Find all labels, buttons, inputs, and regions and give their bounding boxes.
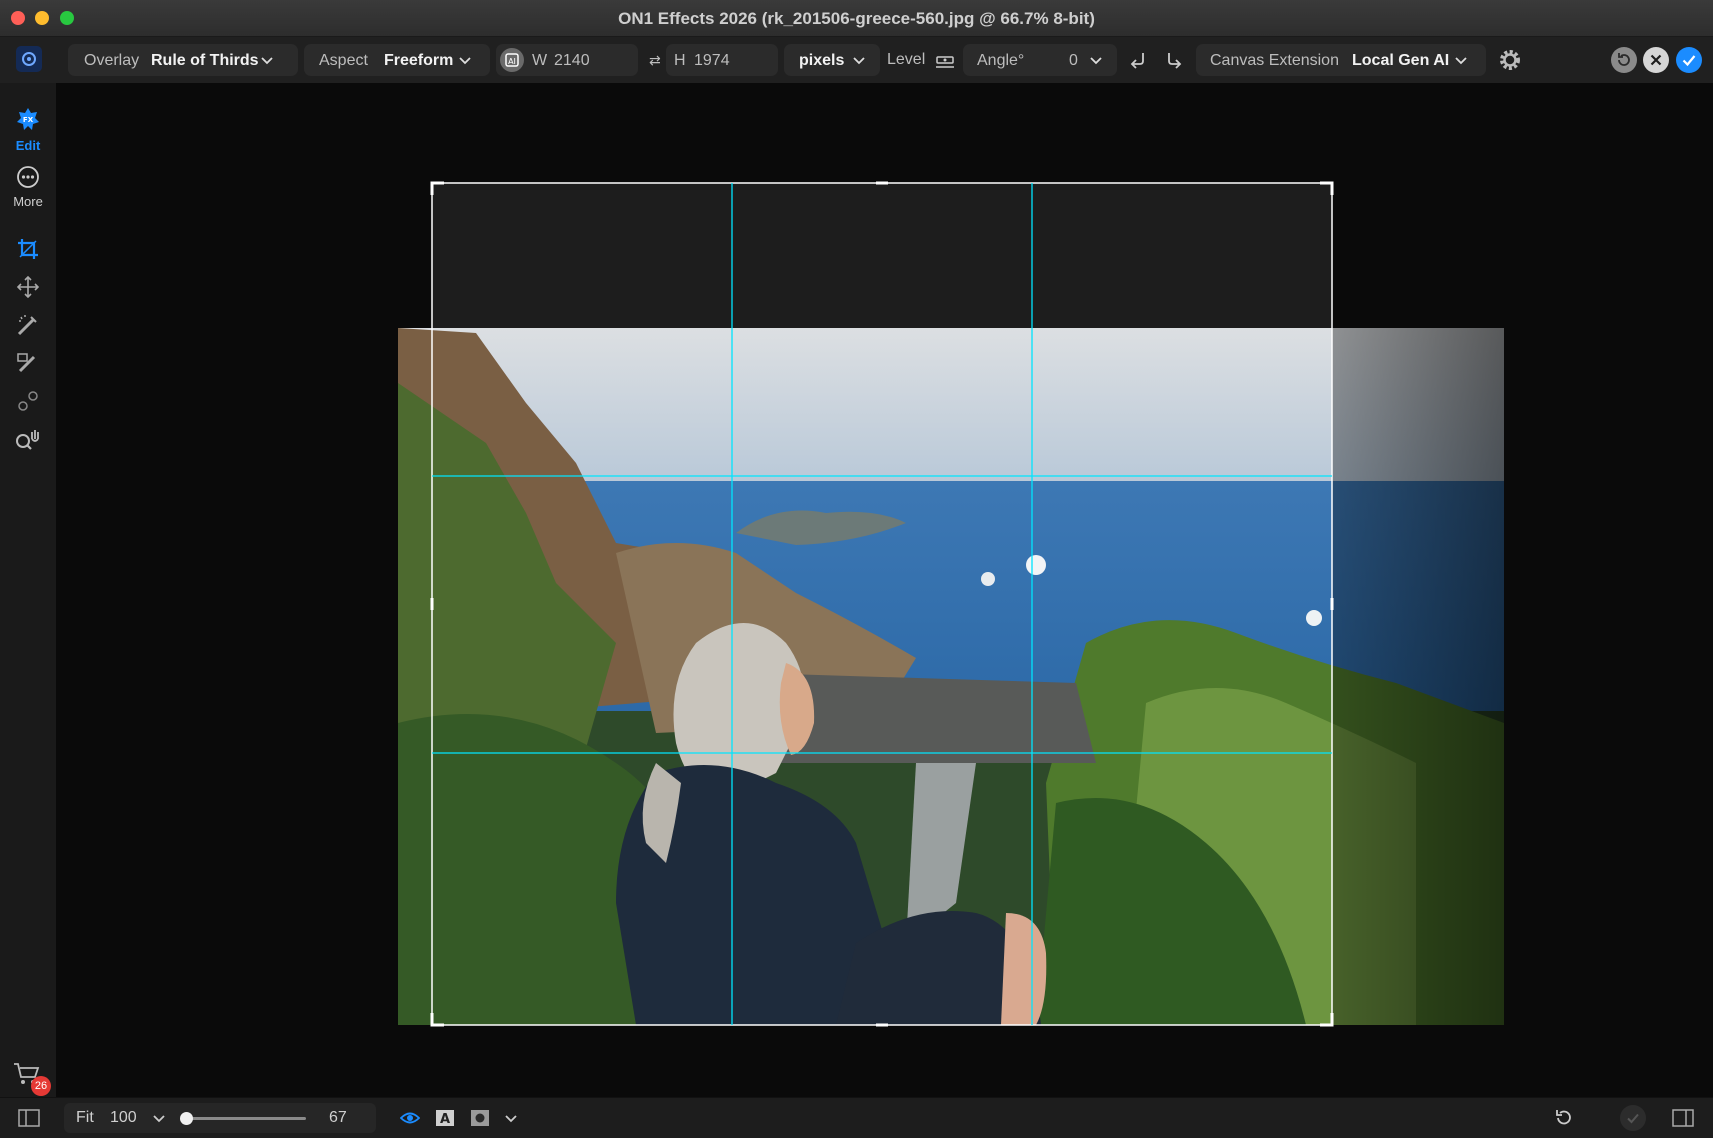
title-bar: ON1 Effects 2026 (rk_201506-greece-560.j… xyxy=(0,0,1713,37)
rotate-left-icon[interactable] xyxy=(1128,49,1150,71)
chevron-down-icon xyxy=(258,51,276,69)
chevron-down-icon[interactable] xyxy=(150,1109,168,1127)
photo-image xyxy=(398,328,1504,1025)
overlay-label: Overlay xyxy=(84,52,140,69)
photo-preview xyxy=(398,181,1504,1027)
zoom-slider-handle[interactable] xyxy=(179,1112,193,1125)
rotate-right-icon[interactable] xyxy=(1163,49,1185,71)
zoom-controls: Fit 100 67 xyxy=(64,1103,376,1133)
move-icon[interactable] xyxy=(16,275,40,299)
swap-dimensions-button[interactable]: ⇄ xyxy=(649,52,661,69)
overlay-dropdown[interactable]: Overlay Rule of Thirds xyxy=(68,44,298,76)
level-label: Level xyxy=(887,51,926,68)
masking-brush-icon[interactable] xyxy=(16,351,40,375)
aspect-label: Aspect xyxy=(319,52,368,69)
status-bar: Fit 100 67 A xyxy=(0,1097,1713,1138)
level-icon[interactable] xyxy=(934,49,956,71)
zoom-slider[interactable] xyxy=(179,1112,306,1125)
retouch-brush-icon[interactable] xyxy=(16,313,40,337)
cancel-button[interactable] xyxy=(1643,47,1669,73)
apply-button[interactable] xyxy=(1676,47,1702,73)
canvas-extension-label: Canvas Extension xyxy=(1210,52,1339,69)
panel-toggle-left-icon[interactable] xyxy=(18,1109,40,1127)
canvas-extension-value: Local Gen AI xyxy=(1352,52,1450,69)
overlay-value: Rule of Thirds xyxy=(151,52,259,69)
cart-badge: 26 xyxy=(31,1076,51,1096)
canvas-extension-area xyxy=(432,183,1332,328)
panel-toggle-right-icon[interactable] xyxy=(1672,1109,1694,1127)
undo-icon[interactable] xyxy=(1553,1108,1573,1128)
width-field[interactable]: AI W 2140 xyxy=(496,44,638,76)
ai-lock-icon[interactable]: AI xyxy=(500,48,524,72)
sidebar-item-edit[interactable]: Edit xyxy=(0,138,56,153)
crop-toolbar: Overlay Rule of Thirds Aspect Freeform A… xyxy=(0,37,1713,83)
more-icon[interactable] xyxy=(16,165,40,189)
mask-view-icon[interactable] xyxy=(470,1109,490,1127)
angle-field[interactable]: Angle° 0 xyxy=(963,44,1117,76)
chevron-down-icon xyxy=(456,51,474,69)
height-value: 1974 xyxy=(694,52,730,69)
perfect-brush-icon[interactable] xyxy=(16,389,40,413)
preview-eye-icon[interactable] xyxy=(399,1110,421,1126)
canvas-extension-dropdown[interactable]: Canvas Extension Local Gen AI xyxy=(1196,44,1486,76)
fit-button[interactable]: Fit xyxy=(76,1109,94,1127)
app-logo-icon xyxy=(16,46,42,72)
aspect-value: Freeform xyxy=(384,52,454,69)
width-value: 2140 xyxy=(554,52,590,69)
zoom-preset-value[interactable]: 100 xyxy=(110,1109,137,1127)
window-title: ON1 Effects 2026 (rk_201506-greece-560.j… xyxy=(618,9,1095,28)
angle-value: 0 xyxy=(1069,52,1078,69)
settings-gear-icon[interactable] xyxy=(1497,47,1523,73)
image-canvas[interactable] xyxy=(56,83,1713,1097)
chevron-down-icon xyxy=(850,51,868,69)
chevron-down-icon xyxy=(1452,51,1470,69)
angle-label: Angle° xyxy=(977,52,1025,69)
svg-text:AI: AI xyxy=(508,57,516,66)
chevron-down-icon[interactable] xyxy=(502,1109,520,1127)
zoom-value: 67 xyxy=(329,1109,347,1126)
text-overlay-icon[interactable]: A xyxy=(435,1109,455,1127)
svg-text:FX: FX xyxy=(23,116,34,124)
units-value: pixels xyxy=(799,52,845,69)
sidebar-item-more[interactable]: More xyxy=(0,194,56,209)
units-dropdown[interactable]: pixels xyxy=(784,44,880,76)
done-check-icon[interactable] xyxy=(1620,1105,1646,1131)
height-field[interactable]: H 1974 xyxy=(666,44,778,76)
reset-button[interactable] xyxy=(1611,47,1637,73)
edit-fx-icon[interactable]: FX xyxy=(16,107,40,131)
left-sidebar: FX Edit More 26 xyxy=(0,83,56,1097)
height-label: H xyxy=(674,52,686,69)
crop-icon[interactable] xyxy=(16,237,40,261)
chevron-down-icon xyxy=(1087,51,1105,69)
svg-text:A: A xyxy=(440,1112,450,1127)
aspect-dropdown[interactable]: Aspect Freeform xyxy=(304,44,490,76)
zoom-hand-icon[interactable] xyxy=(14,427,42,453)
width-label: W xyxy=(532,52,548,69)
